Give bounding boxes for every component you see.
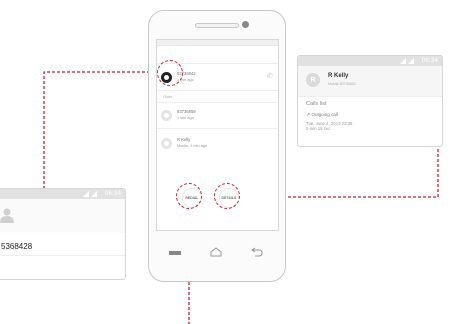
back-icon[interactable] xyxy=(249,247,263,257)
divider xyxy=(157,128,278,129)
call-details-callout: 06:34 R R Kelly Mobile 83736842 Calls li… xyxy=(297,55,443,147)
divider xyxy=(157,102,278,103)
call-date-line: Tue, June 4, 2013 23:35 xyxy=(306,121,353,126)
call-log-name: R Kelly xyxy=(177,137,191,143)
status-time: 06:34 xyxy=(104,190,121,197)
call-duration: 0 min 15 sec xyxy=(306,126,331,132)
person-icon xyxy=(0,208,14,223)
call-log-time: 1 min ago xyxy=(177,77,194,82)
call-log-row[interactable]: 83736859 1 min ago xyxy=(161,104,275,126)
status-time: 06:34 xyxy=(421,57,438,64)
contact-callout: 06:34 5368428 xyxy=(0,188,126,280)
signal-icon xyxy=(91,191,97,197)
person-icon xyxy=(161,109,172,121)
contact-avatar: R xyxy=(306,73,320,87)
signal-icon xyxy=(83,191,89,197)
calls-list-heading: Calls list xyxy=(306,101,327,107)
contact-number: 5368428 xyxy=(1,242,33,251)
section-label: Older xyxy=(163,95,173,99)
phone-camera xyxy=(242,21,249,28)
call-log-time: 1 min ago xyxy=(177,115,194,120)
divider xyxy=(157,90,278,91)
divider xyxy=(298,96,442,97)
home-icon[interactable] xyxy=(209,247,223,257)
nav-bar xyxy=(149,247,287,261)
call-date: Tue, June 4, 2013 23:35 0 min 15 sec xyxy=(306,121,352,132)
call-type-label: Outgoing call xyxy=(311,112,338,117)
highlight-redial xyxy=(176,183,202,209)
phone-icon[interactable]: ✆ xyxy=(267,73,275,81)
call-log-row[interactable]: R Kelly Mobile, 2 min ago xyxy=(161,132,275,154)
person-icon xyxy=(161,137,172,149)
callout-status-bar: 06:34 xyxy=(298,56,442,66)
avatar-area xyxy=(0,199,125,233)
call-log-number: 83736842 xyxy=(177,71,196,77)
signal-icon xyxy=(408,58,414,64)
call-log-time: Mobile, 2 min ago xyxy=(177,143,207,148)
highlight-details xyxy=(214,183,240,209)
phone-device: 83736842 1 min ago ✆ Older 83736859 1 mi… xyxy=(148,10,286,282)
contact-name: R Kelly xyxy=(328,73,349,79)
phone-speaker xyxy=(195,23,239,28)
call-log-number: 83736859 xyxy=(177,109,196,115)
highlight-avatar xyxy=(157,60,183,86)
divider xyxy=(0,255,125,256)
menu-icon[interactable] xyxy=(169,251,181,255)
signal-icon xyxy=(400,58,406,64)
callout-status-bar: 06:34 xyxy=(0,189,125,199)
contact-subtitle: Mobile 83736842 xyxy=(328,82,356,86)
outgoing-arrow-icon: ↗ xyxy=(306,112,311,118)
call-type: ↗ Outgoing call xyxy=(306,112,338,118)
